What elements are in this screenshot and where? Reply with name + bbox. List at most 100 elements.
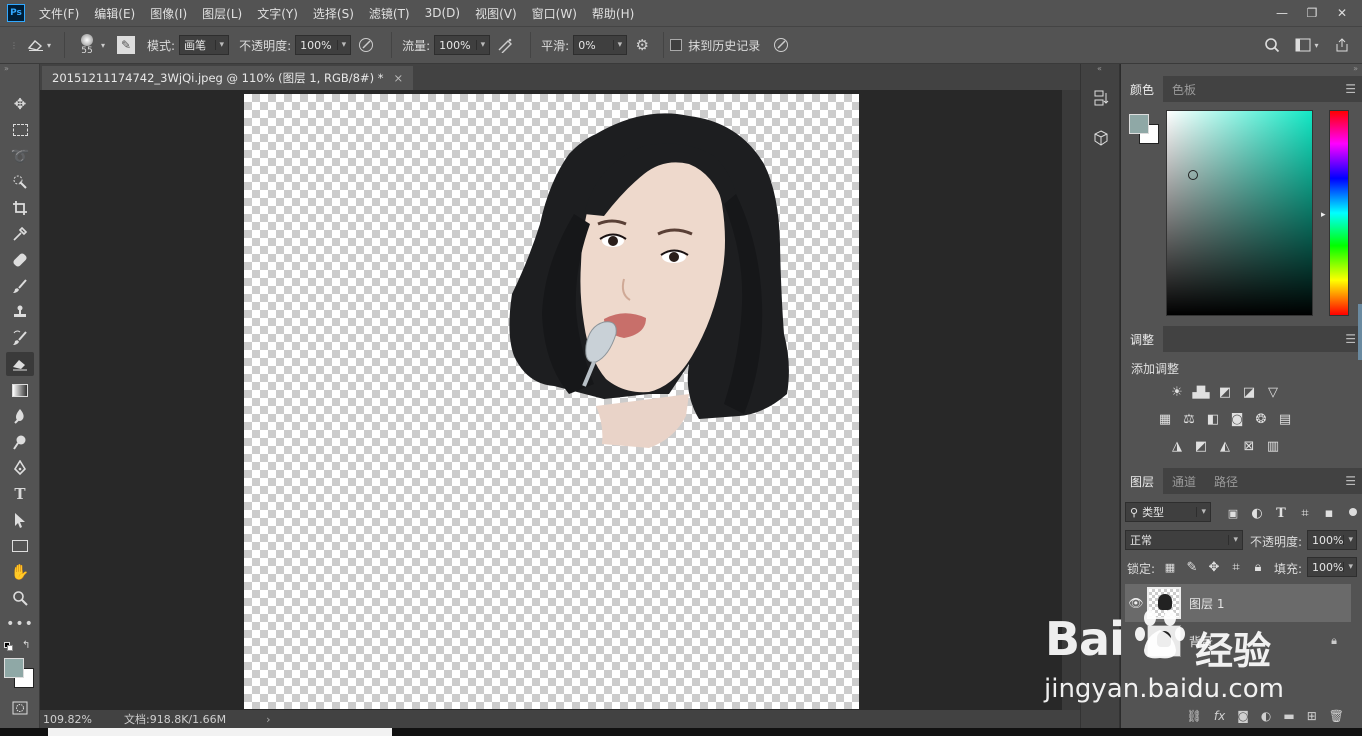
channel-mixer-icon[interactable]: ❂: [1252, 410, 1270, 428]
filter-smart-object-icon[interactable]: ▪: [1320, 504, 1338, 522]
curves-icon[interactable]: ◩: [1216, 383, 1234, 401]
threshold-icon[interactable]: ◭: [1216, 437, 1234, 455]
menu-layer[interactable]: 图层(L): [202, 5, 242, 22]
dock-collapse-icon[interactable]: «: [1097, 64, 1102, 73]
levels-icon[interactable]: ▟▙: [1192, 383, 1210, 401]
filter-adjustment-icon[interactable]: ◐: [1248, 504, 1266, 522]
menu-type[interactable]: 文字(Y): [257, 5, 298, 22]
canvas-workspace[interactable]: [40, 90, 1062, 710]
airbrush-icon[interactable]: [490, 37, 520, 53]
brush-panel-icon[interactable]: ✎: [117, 36, 136, 54]
pressure-size-icon[interactable]: [764, 37, 798, 53]
tab-swatches[interactable]: 色板: [1163, 76, 1205, 102]
brush-preset-picker[interactable]: 55: [75, 34, 99, 56]
erase-history-checkbox[interactable]: [670, 39, 683, 51]
vibrance-icon[interactable]: ▽: [1264, 383, 1282, 401]
foreground-color-swatch[interactable]: [4, 658, 24, 678]
taskbar-search-box[interactable]: [48, 728, 392, 736]
new-layer-icon[interactable]: ⊞: [1307, 709, 1317, 723]
opacity-input[interactable]: 100% ▾: [295, 35, 352, 55]
color-lookup-icon[interactable]: ▤: [1276, 410, 1294, 428]
gradient-map-icon[interactable]: ▥: [1264, 437, 1282, 455]
panel-menu-icon[interactable]: ☰: [1345, 326, 1356, 352]
menu-image[interactable]: 图像(I): [150, 5, 187, 22]
menu-3d[interactable]: 3D(D): [425, 6, 460, 20]
crop-tool-icon[interactable]: [6, 196, 34, 220]
path-selection-icon[interactable]: [6, 508, 34, 532]
menu-edit[interactable]: 编辑(E): [94, 5, 135, 22]
hue-slider-handle-icon[interactable]: ▸: [1321, 210, 1326, 220]
tab-adjustments[interactable]: 调整: [1121, 326, 1164, 352]
layer-style-icon[interactable]: fx: [1214, 709, 1225, 723]
layer-opacity-input[interactable]: 100% ▾: [1307, 530, 1357, 550]
brightness-icon[interactable]: ☀: [1168, 383, 1186, 401]
tab-paths[interactable]: 路径: [1205, 468, 1247, 494]
more-tools-icon[interactable]: •••: [6, 612, 34, 636]
filter-type-icon[interactable]: T: [1272, 504, 1290, 522]
photo-filter-icon[interactable]: ◙: [1228, 410, 1246, 428]
status-menu-arrow-icon[interactable]: ›: [266, 713, 270, 726]
blend-mode-select[interactable]: 正常 ▾: [1125, 530, 1243, 550]
hue-saturation-icon[interactable]: ▦: [1156, 410, 1174, 428]
mode-select[interactable]: 画笔 ▾: [179, 35, 230, 55]
lasso-tool-icon[interactable]: ➰: [6, 144, 34, 168]
dodge-tool-icon[interactable]: [6, 430, 34, 454]
layer-filter-select[interactable]: ⚲ 类型 ▾: [1125, 502, 1211, 522]
color-balance-icon[interactable]: ⚖: [1180, 410, 1198, 428]
menu-file[interactable]: 文件(F): [39, 5, 79, 22]
quick-selection-icon[interactable]: [6, 170, 34, 194]
workspace-icon[interactable]: ▾: [1292, 38, 1322, 52]
quick-mask-icon[interactable]: [6, 696, 34, 720]
document-tab[interactable]: 20151211174742_3WjQi.jpeg @ 110% (图层 1, …: [42, 66, 414, 90]
restore-button[interactable]: ❐: [1300, 4, 1324, 22]
healing-brush-icon[interactable]: [6, 248, 34, 272]
history-panel-icon[interactable]: [1089, 86, 1113, 110]
history-brush-icon[interactable]: [6, 326, 34, 350]
gradient-tool-icon[interactable]: [6, 378, 34, 402]
menu-filter[interactable]: 滤镜(T): [369, 5, 410, 22]
panel-menu-icon[interactable]: ☰: [1345, 76, 1356, 102]
rectangle-tool-icon[interactable]: [6, 534, 34, 558]
panels-collapse-icon[interactable]: »: [1353, 64, 1358, 73]
tab-color[interactable]: 颜色: [1121, 76, 1164, 102]
hue-slider[interactable]: [1329, 110, 1349, 316]
gear-icon[interactable]: ⚙: [627, 36, 657, 54]
menu-window[interactable]: 窗口(W): [532, 5, 577, 22]
filter-toggle-icon[interactable]: [1349, 508, 1357, 516]
color-field[interactable]: [1166, 110, 1313, 316]
panel-edge-handle[interactable]: [1358, 304, 1362, 360]
layer-name[interactable]: 图层 1: [1189, 595, 1224, 612]
new-adjustment-icon[interactable]: ◐: [1261, 709, 1271, 723]
pen-tool-icon[interactable]: [6, 456, 34, 480]
tab-layers[interactable]: 图层: [1121, 468, 1164, 494]
lock-artboard-icon[interactable]: ⌗: [1227, 558, 1245, 576]
menu-view[interactable]: 视图(V): [475, 5, 517, 22]
black-white-icon[interactable]: ◧: [1204, 410, 1222, 428]
close-window-button[interactable]: ✕: [1330, 4, 1354, 22]
3d-panel-icon[interactable]: [1089, 126, 1113, 150]
share-icon[interactable]: [1332, 37, 1352, 53]
menu-help[interactable]: 帮助(H): [592, 5, 634, 22]
swap-colors-icon[interactable]: ↰: [22, 640, 30, 651]
zoom-level[interactable]: 109.82%: [40, 713, 104, 726]
smooth-input[interactable]: 0% ▾: [573, 35, 628, 55]
exposure-icon[interactable]: ◪: [1240, 383, 1258, 401]
color-picker-ring[interactable]: [1188, 170, 1198, 180]
eraser-preset-icon[interactable]: ▾: [24, 38, 54, 52]
panel-collapse-icon[interactable]: »: [4, 64, 9, 73]
move-tool-icon[interactable]: ✥: [6, 92, 34, 116]
invert-icon[interactable]: ◮: [1168, 437, 1186, 455]
fill-input[interactable]: 100% ▾: [1307, 557, 1357, 577]
marquee-tool-icon[interactable]: [6, 118, 34, 142]
flow-input[interactable]: 100% ▾: [434, 35, 491, 55]
tab-channels[interactable]: 通道: [1163, 468, 1205, 494]
filter-shape-icon[interactable]: ⌗: [1296, 504, 1314, 522]
link-layers-icon[interactable]: ⛓: [1187, 709, 1202, 723]
document-canvas[interactable]: [244, 94, 859, 709]
panel-menu-icon[interactable]: ☰: [1345, 468, 1356, 494]
color-fg-swatch[interactable]: [1129, 114, 1149, 134]
add-mask-icon[interactable]: ◙: [1237, 709, 1249, 723]
pressure-opacity-icon[interactable]: [351, 37, 381, 53]
lock-position-icon[interactable]: ✥: [1205, 558, 1223, 576]
default-colors-icon[interactable]: [4, 642, 13, 651]
